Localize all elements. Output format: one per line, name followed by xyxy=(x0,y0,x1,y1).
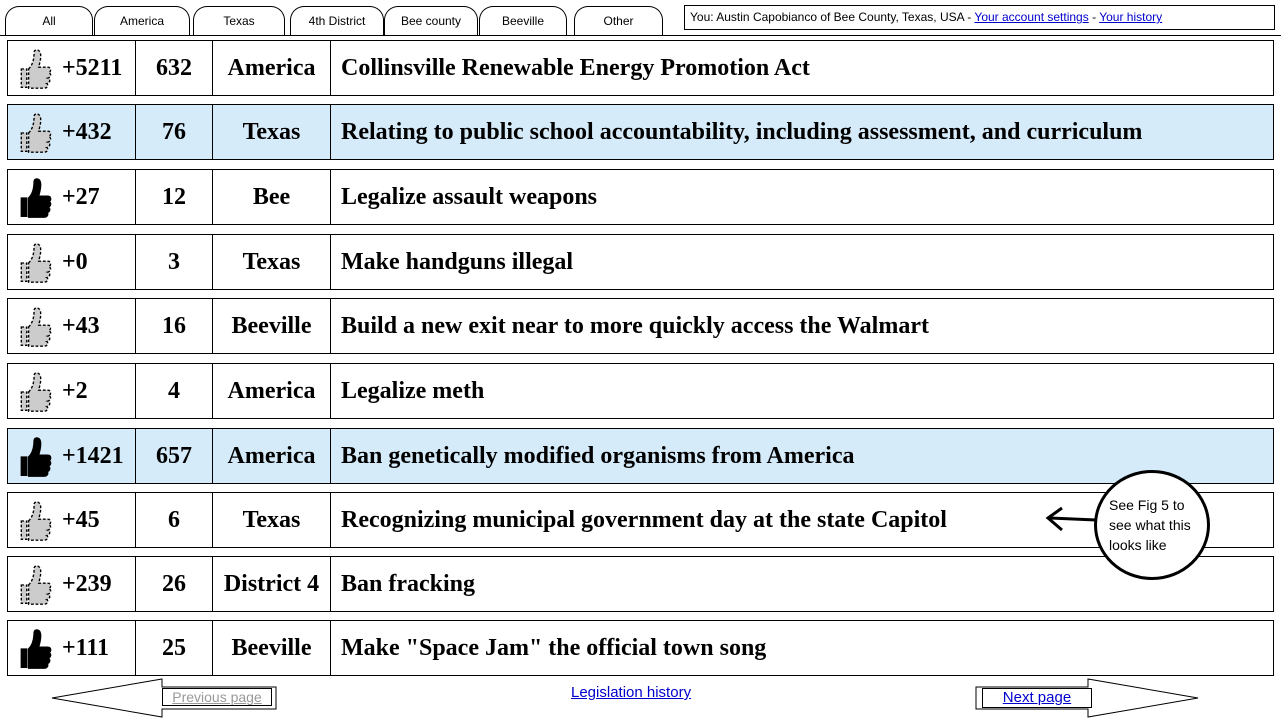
legislation-title[interactable]: Make handguns illegal xyxy=(331,235,1273,289)
account-separator: - xyxy=(1088,10,1100,24)
account-history-link[interactable]: Your history xyxy=(1099,10,1162,24)
tab-label: America xyxy=(119,14,164,28)
legislation-title[interactable]: Legalize assault weapons xyxy=(331,170,1273,224)
thumbs-up-icon[interactable] xyxy=(14,626,56,672)
thumbs-up-icon[interactable] xyxy=(14,240,56,286)
vote-count: 26 xyxy=(136,557,213,611)
table-row[interactable]: +111 25 Beeville Make "Space Jam" the offic… xyxy=(7,620,1274,676)
vote-count: 3 xyxy=(136,235,213,289)
account-bar: You: Austin Capobianco of Bee County, Te… xyxy=(684,5,1275,30)
region-label: Bee xyxy=(213,170,331,224)
table-row[interactable]: +432 76 Texas Relating to public school acc… xyxy=(7,104,1274,160)
region-label: America xyxy=(213,41,331,95)
region-label: America xyxy=(213,364,331,418)
vote-count: 25 xyxy=(136,621,213,675)
table-row[interactable]: +5211 632 America Collinsville Renewable En… xyxy=(7,40,1274,96)
region-label: District 4 xyxy=(213,557,331,611)
legislation-title[interactable]: Legalize meth xyxy=(331,364,1273,418)
tab-america[interactable]: America xyxy=(94,6,190,36)
vote-cell: +0 xyxy=(8,235,136,289)
tab-all[interactable]: All xyxy=(5,6,93,36)
vote-cell: +111 xyxy=(8,621,136,675)
vote-cell: +1421 xyxy=(8,429,136,483)
table-row[interactable]: +43 16 Beeville Build a new exit near to mo… xyxy=(7,298,1274,354)
vote-cell: +5211 xyxy=(8,41,136,95)
vote-count: 16 xyxy=(136,299,213,353)
vote-cell: +45 xyxy=(8,493,136,547)
thumbs-up-icon[interactable] xyxy=(14,304,56,350)
thumbs-up-icon[interactable] xyxy=(14,498,56,544)
region-label: Texas xyxy=(213,235,331,289)
tab-bar: All America Texas 4th District Bee count… xyxy=(0,0,1281,36)
region-label: America xyxy=(213,429,331,483)
vote-cell: +2 xyxy=(8,364,136,418)
thumbs-up-icon[interactable] xyxy=(14,110,56,156)
vote-score: +5211 xyxy=(62,54,123,81)
table-row[interactable]: +1421 657 America Ban genetically modified … xyxy=(7,428,1274,484)
vote-score: +0 xyxy=(62,248,88,275)
annotation-line: see what this xyxy=(1109,517,1191,533)
vote-cell: +43 xyxy=(8,299,136,353)
legislation-title[interactable]: Build a new exit near to more quickly ac… xyxy=(331,299,1273,353)
vote-score: +239 xyxy=(62,570,112,597)
next-page-link[interactable]: Next page xyxy=(982,688,1092,708)
vote-count: 12 xyxy=(136,170,213,224)
legislation-title[interactable]: Collinsville Renewable Energy Promotion … xyxy=(331,41,1273,95)
vote-score: +27 xyxy=(62,183,100,210)
thumbs-up-icon[interactable] xyxy=(14,434,56,480)
vote-cell: +432 xyxy=(8,105,136,159)
thumbs-up-icon[interactable] xyxy=(14,562,56,608)
vote-cell: +239 xyxy=(8,557,136,611)
vote-count: 6 xyxy=(136,493,213,547)
thumbs-up-icon[interactable] xyxy=(14,369,56,415)
account-settings-link[interactable]: Your account settings xyxy=(974,10,1088,24)
legislation-title[interactable]: Relating to public school accountability… xyxy=(331,105,1273,159)
vote-score: +111 xyxy=(62,634,110,661)
tab-beeville[interactable]: Beeville xyxy=(479,6,567,36)
tab-divider xyxy=(0,35,1281,36)
tab-label: Texas xyxy=(223,14,255,28)
thumbs-up-icon[interactable] xyxy=(14,46,56,92)
callout-arrow-icon xyxy=(1045,506,1097,532)
tab-label: All xyxy=(42,14,56,28)
table-row[interactable]: +27 12 Bee Legalize assault weapons xyxy=(7,169,1274,225)
account-user-text: You: Austin Capobianco of Bee County, Te… xyxy=(690,10,975,24)
tab-label: Other xyxy=(603,14,634,28)
vote-score: +1421 xyxy=(62,442,124,469)
tab-bee-county[interactable]: Bee county xyxy=(384,6,478,36)
vote-score: +432 xyxy=(62,118,112,145)
region-label: Texas xyxy=(213,493,331,547)
legislation-title[interactable]: Make "Space Jam" the official town song xyxy=(331,621,1273,675)
tab-label: 4th District xyxy=(308,14,366,28)
region-label: Beeville xyxy=(213,621,331,675)
thumbs-up-icon[interactable] xyxy=(14,175,56,221)
vote-cell: +27 xyxy=(8,170,136,224)
legislation-history-link[interactable]: Legislation history xyxy=(571,684,691,701)
vote-score: +43 xyxy=(62,312,100,339)
tab-other[interactable]: Other xyxy=(574,6,663,36)
tab-label: Bee county xyxy=(400,14,462,28)
table-row[interactable]: +2 4 America Legalize meth xyxy=(7,363,1274,419)
vote-count: 657 xyxy=(136,429,213,483)
tab-label: Beeville xyxy=(501,14,545,28)
vote-score: +45 xyxy=(62,506,100,533)
table-row[interactable]: +239 26 District 4 Ban fracking xyxy=(7,556,1274,612)
tab-4th-district[interactable]: 4th District xyxy=(290,6,384,36)
tab-texas[interactable]: Texas xyxy=(193,6,285,36)
vote-count: 4 xyxy=(136,364,213,418)
annotation-line: See Fig 5 to xyxy=(1109,497,1185,513)
region-label: Texas xyxy=(213,105,331,159)
region-label: Beeville xyxy=(213,299,331,353)
table-row[interactable]: +0 3 Texas Make handguns illegal xyxy=(7,234,1274,290)
vote-count: 76 xyxy=(136,105,213,159)
annotation-callout: See Fig 5 to see what this looks like xyxy=(1094,470,1210,580)
previous-page-link[interactable]: Previous page xyxy=(162,688,272,706)
vote-count: 632 xyxy=(136,41,213,95)
vote-score: +2 xyxy=(62,377,88,404)
annotation-line: looks like xyxy=(1109,537,1167,553)
